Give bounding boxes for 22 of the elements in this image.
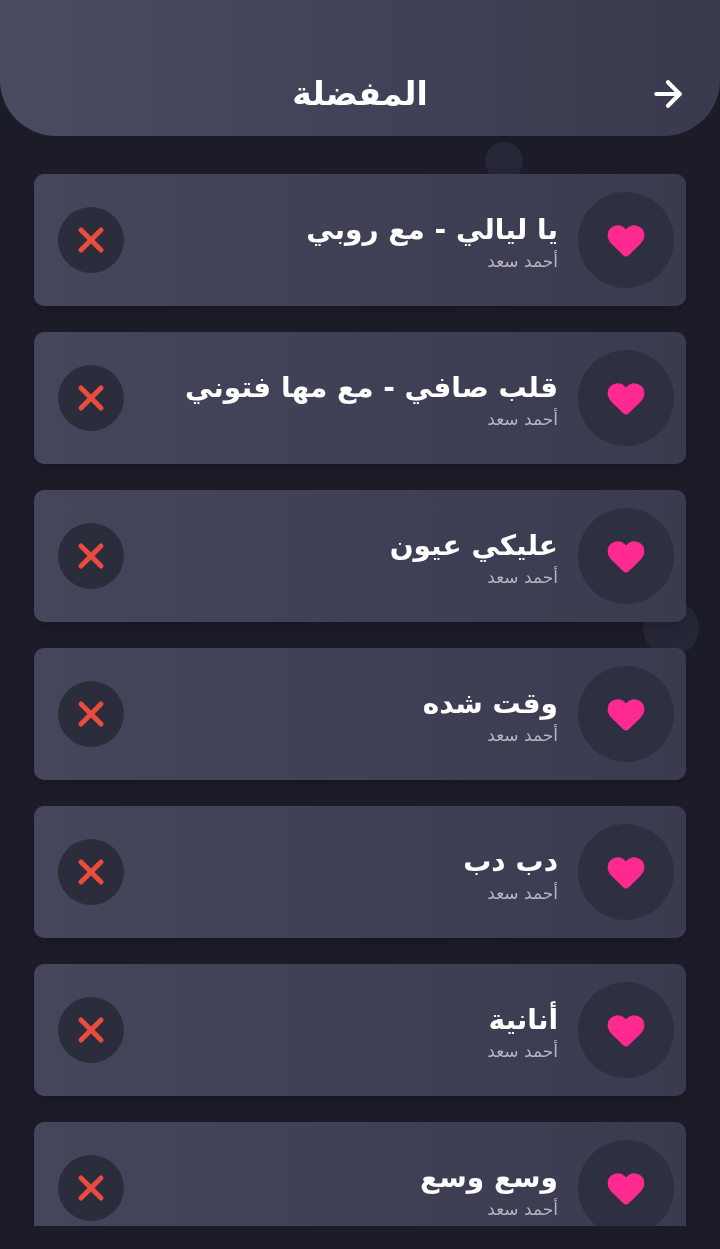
- page-title: المفضلة: [292, 73, 428, 115]
- song-card[interactable]: قلب صافي - مع مها فتوني أحمد سعد: [34, 332, 686, 464]
- song-title: وسع وسع: [420, 1160, 558, 1196]
- song-card[interactable]: وقت شده أحمد سعد: [34, 648, 686, 780]
- song-card[interactable]: دب دب أحمد سعد: [34, 806, 686, 938]
- artist-name: أحمد سعد: [487, 249, 558, 273]
- song-title: دب دب: [463, 844, 558, 880]
- artist-name: أحمد سعد: [487, 881, 558, 905]
- artist-name: أحمد سعد: [487, 1039, 558, 1063]
- song-title: يا ليالي - مع روبي: [306, 212, 558, 248]
- song-title: وقت شده: [422, 686, 558, 722]
- song-title: عليكي عيون: [389, 528, 558, 564]
- artist-name: أحمد سعد: [487, 565, 558, 589]
- song-card[interactable]: أنانية أحمد سعد: [34, 964, 686, 1096]
- artist-name: أحمد سعد: [487, 407, 558, 431]
- artist-name: أحمد سعد: [487, 1197, 558, 1221]
- song-title: أنانية: [488, 1001, 558, 1038]
- song-card[interactable]: وسع وسع أحمد سعد: [34, 1122, 686, 1226]
- song-card[interactable]: يا ليالي - مع روبي أحمد سعد: [34, 174, 686, 306]
- artist-name: أحمد سعد: [487, 723, 558, 747]
- song-card[interactable]: عليكي عيون أحمد سعد: [34, 490, 686, 622]
- song-title: قلب صافي - مع مها فتوني: [185, 370, 558, 406]
